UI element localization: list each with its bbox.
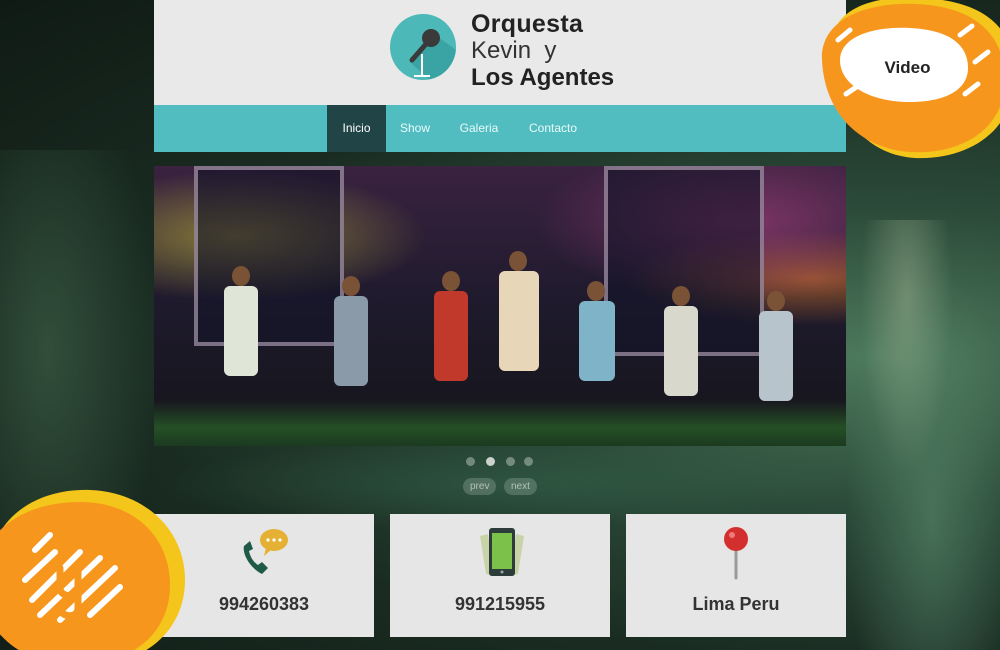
contact-card-mobile[interactable]: 991215955: [390, 514, 610, 637]
video-badge[interactable]: [810, 0, 1000, 165]
brand-line-3: Los Agentes: [471, 64, 615, 91]
nav-item-show[interactable]: Show: [386, 105, 444, 152]
phone-chat-icon: [238, 528, 290, 583]
microphone-logo-icon[interactable]: [390, 14, 456, 80]
brand-line-1: Orquesta: [471, 10, 584, 38]
brand-line-2: Kevin y: [471, 37, 557, 64]
slider-dot[interactable]: [524, 457, 533, 466]
slider-dot-active[interactable]: [486, 457, 495, 466]
slider-dot[interactable]: [466, 457, 475, 466]
mobile-phone-icon: [480, 526, 524, 583]
nav-item-inicio[interactable]: Inicio: [327, 105, 386, 152]
brand-name[interactable]: Orquesta Kevin y Los Agentes: [471, 10, 615, 92]
slider-dot[interactable]: [506, 457, 515, 466]
brand-corner-badge[interactable]: [0, 480, 190, 650]
background-singer: [830, 220, 1000, 650]
contact-mobile-number: 991215955: [454, 594, 546, 614]
nav-item-galeria[interactable]: Galeria: [450, 105, 508, 152]
nav-item-contacto[interactable]: Contacto: [520, 105, 586, 152]
main-nav: Inicio Show Galeria Contacto: [154, 105, 846, 152]
slider-dots: [466, 457, 536, 467]
next-button[interactable]: next: [504, 478, 537, 495]
hero-slide-image[interactable]: [154, 166, 846, 446]
stage-window-left: [194, 166, 344, 346]
prev-button[interactable]: prev: [463, 478, 497, 495]
contact-card-location[interactable]: Lima Peru: [626, 514, 846, 637]
contact-location: Lima Peru: [692, 594, 780, 614]
map-pin-icon: [722, 526, 750, 585]
crowd-hands: [154, 400, 846, 446]
video-badge-label[interactable]: Video: [870, 58, 945, 78]
